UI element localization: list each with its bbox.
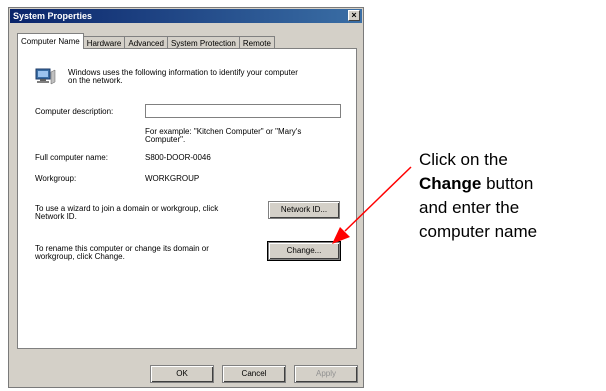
callout-line4: computer name [419,222,538,241]
callout-line1: Click on the [419,150,508,169]
callout-bold-word: Change [419,174,482,193]
callout-line2: Change button [419,172,606,196]
callout-line2-rest: button [481,174,534,193]
tab-computer-name[interactable]: Computer Name [17,33,84,49]
instruction-callout: Click on the Change button and enter the… [419,148,606,244]
callout-line3: and enter the [419,198,520,217]
